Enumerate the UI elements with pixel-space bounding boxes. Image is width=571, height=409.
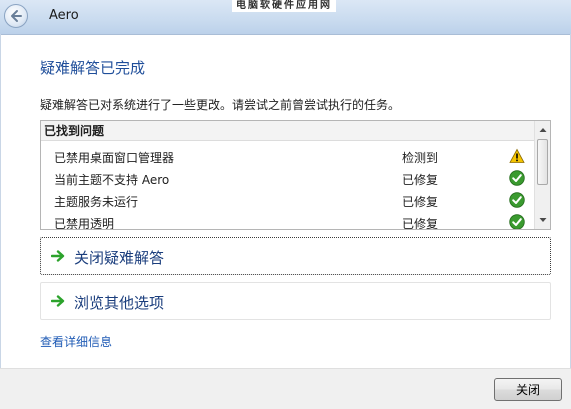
- check-icon: [509, 192, 525, 208]
- problems-list-header: 已找到问题: [41, 121, 535, 141]
- check-icon: [509, 170, 525, 186]
- back-button[interactable]: [4, 4, 28, 28]
- window-frame-left: [0, 34, 1, 368]
- view-details-link[interactable]: 查看详细信息: [40, 333, 112, 350]
- list-item[interactable]: 当前主题不支持 Aero 已修复: [41, 167, 535, 189]
- window-title: Aero: [49, 8, 79, 23]
- back-arrow-icon: [11, 10, 22, 22]
- green-arrow-icon: [51, 250, 65, 262]
- title-bar: Aero 电脑软硬件应用网: [0, 0, 571, 35]
- close-button[interactable]: 关闭: [494, 378, 562, 401]
- scroll-down-arrow-icon[interactable]: [535, 212, 551, 228]
- warning-icon: [509, 148, 525, 163]
- scroll-up-arrow-icon[interactable]: [535, 122, 551, 138]
- close-troubleshooter-option[interactable]: 关闭疑难解答: [40, 237, 551, 275]
- list-item[interactable]: 已禁用桌面窗口管理器 检测到: [41, 145, 535, 167]
- page-description: 疑难解答已对系统进行了一些更改。请尝试之前曾尝试执行的任务。: [40, 98, 401, 112]
- scroll-thumb[interactable]: [537, 139, 548, 185]
- list-item[interactable]: 主题服务未运行 已修复: [41, 189, 535, 211]
- list-scrollbar[interactable]: [534, 121, 550, 229]
- watermark-text: 电脑软硬件应用网: [232, 0, 336, 12]
- problem-name: 已禁用桌面窗口管理器: [54, 151, 175, 165]
- problems-list[interactable]: 已找到问题 已禁用桌面窗口管理器 检测到 当前主题不支持 Aero 已修复 主题…: [40, 120, 551, 230]
- close-troubleshooter-label: 关闭疑难解答: [74, 249, 165, 267]
- problem-status: 已修复: [402, 195, 439, 209]
- page-title: 疑难解答已完成: [40, 59, 146, 77]
- green-arrow-icon: [51, 295, 65, 307]
- problem-status: 检测到: [402, 151, 439, 165]
- check-icon: [509, 214, 525, 229]
- list-item[interactable]: 已禁用透明 已修复: [41, 211, 535, 230]
- problem-name: 已禁用透明: [54, 217, 115, 230]
- problem-status: 已修复: [402, 173, 439, 187]
- browse-other-options-label: 浏览其他选项: [74, 294, 165, 312]
- problem-status: 已修复: [402, 217, 439, 230]
- footer-bar: 关闭: [0, 368, 571, 409]
- problem-name: 当前主题不支持 Aero: [54, 173, 170, 187]
- problem-name: 主题服务未运行: [54, 195, 139, 209]
- browse-other-options-option[interactable]: 浏览其他选项: [40, 282, 551, 320]
